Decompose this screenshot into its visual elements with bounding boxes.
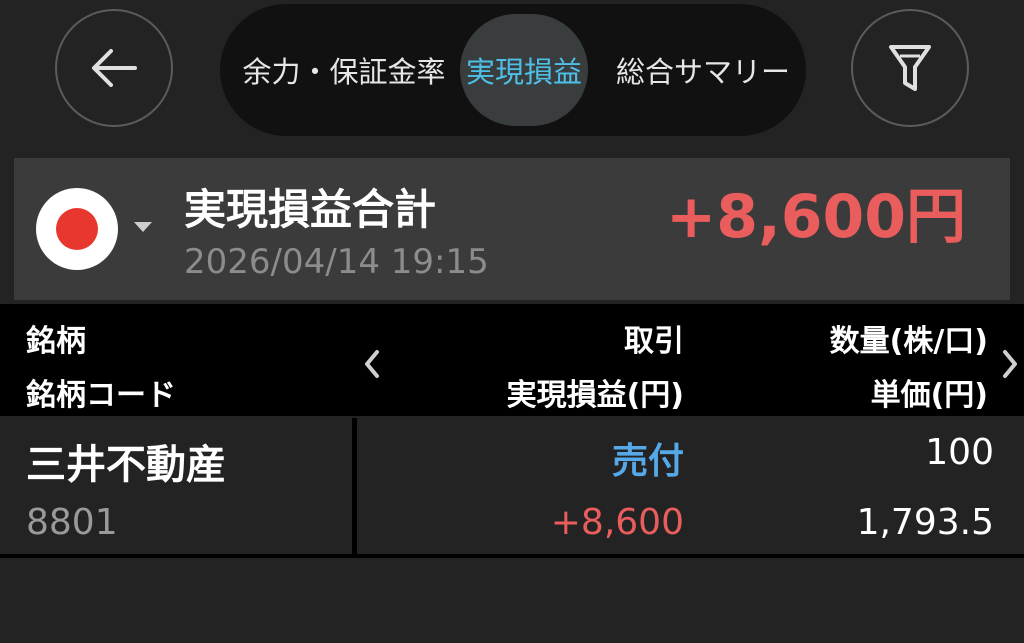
tab-overall-summary[interactable]: 総合サマリー xyxy=(608,4,798,136)
tab-realized-pl[interactable]: 実現損益 xyxy=(460,4,588,136)
stock-code: 8801 xyxy=(26,502,118,543)
header-stock-code: 銘柄コード xyxy=(26,378,176,413)
back-button[interactable] xyxy=(55,9,173,127)
summary-total-amount: +8,600円 xyxy=(665,182,966,252)
filter-icon xyxy=(889,45,931,91)
header-bar: 余力・保証金率 実現損益 総合サマリー xyxy=(0,0,1024,152)
japan-flag-icon[interactable] xyxy=(36,188,118,270)
header-unit-price: 単価(円) xyxy=(870,378,988,413)
header-trade: 取引 xyxy=(624,324,684,359)
header-stock-name: 銘柄 xyxy=(26,324,86,359)
flag-sun xyxy=(56,208,98,250)
tab-margin-ratio[interactable]: 余力・保証金率 xyxy=(228,4,460,136)
summary-title: 実現損益合計 xyxy=(184,185,437,234)
tab-label: 実現損益 xyxy=(465,55,582,89)
filter-button[interactable] xyxy=(851,9,969,127)
chevron-down-icon[interactable] xyxy=(134,222,152,232)
quantity-value: 100 xyxy=(925,432,994,473)
header-quantity: 数量(株/口) xyxy=(829,324,988,359)
tab-label: 総合サマリー xyxy=(615,55,790,89)
stock-name: 三井不動産 xyxy=(26,442,226,488)
tab-label: 余力・保証金率 xyxy=(242,55,446,89)
scroll-right-button[interactable] xyxy=(996,344,1024,384)
table-row[interactable]: 三井不動産 8801 売付 +8,600 100 1,793.5 xyxy=(0,418,1024,556)
scroll-left-button[interactable] xyxy=(358,344,386,384)
chevron-left-icon xyxy=(365,350,379,378)
table-header: 銘柄 銘柄コード 取引 実現損益(円) 数量(株/口) 単価(円) xyxy=(0,304,1024,416)
realized-pl-value: +8,600 xyxy=(550,502,684,543)
trade-type: 売付 xyxy=(611,441,684,482)
realized-pl-summary-card: 実現損益合計 2026/04/14 19:15 +8,600円 xyxy=(14,158,1010,300)
unit-price-value: 1,793.5 xyxy=(856,502,994,543)
tab-group: 余力・保証金率 実現損益 総合サマリー xyxy=(220,4,806,136)
chevron-right-icon xyxy=(1003,350,1017,378)
header-realized-pl: 実現損益(円) xyxy=(506,378,684,413)
row-divider xyxy=(0,554,1024,558)
arrow-left-icon xyxy=(92,49,137,87)
summary-timestamp: 2026/04/14 19:15 xyxy=(184,242,489,282)
column-divider xyxy=(352,418,357,556)
